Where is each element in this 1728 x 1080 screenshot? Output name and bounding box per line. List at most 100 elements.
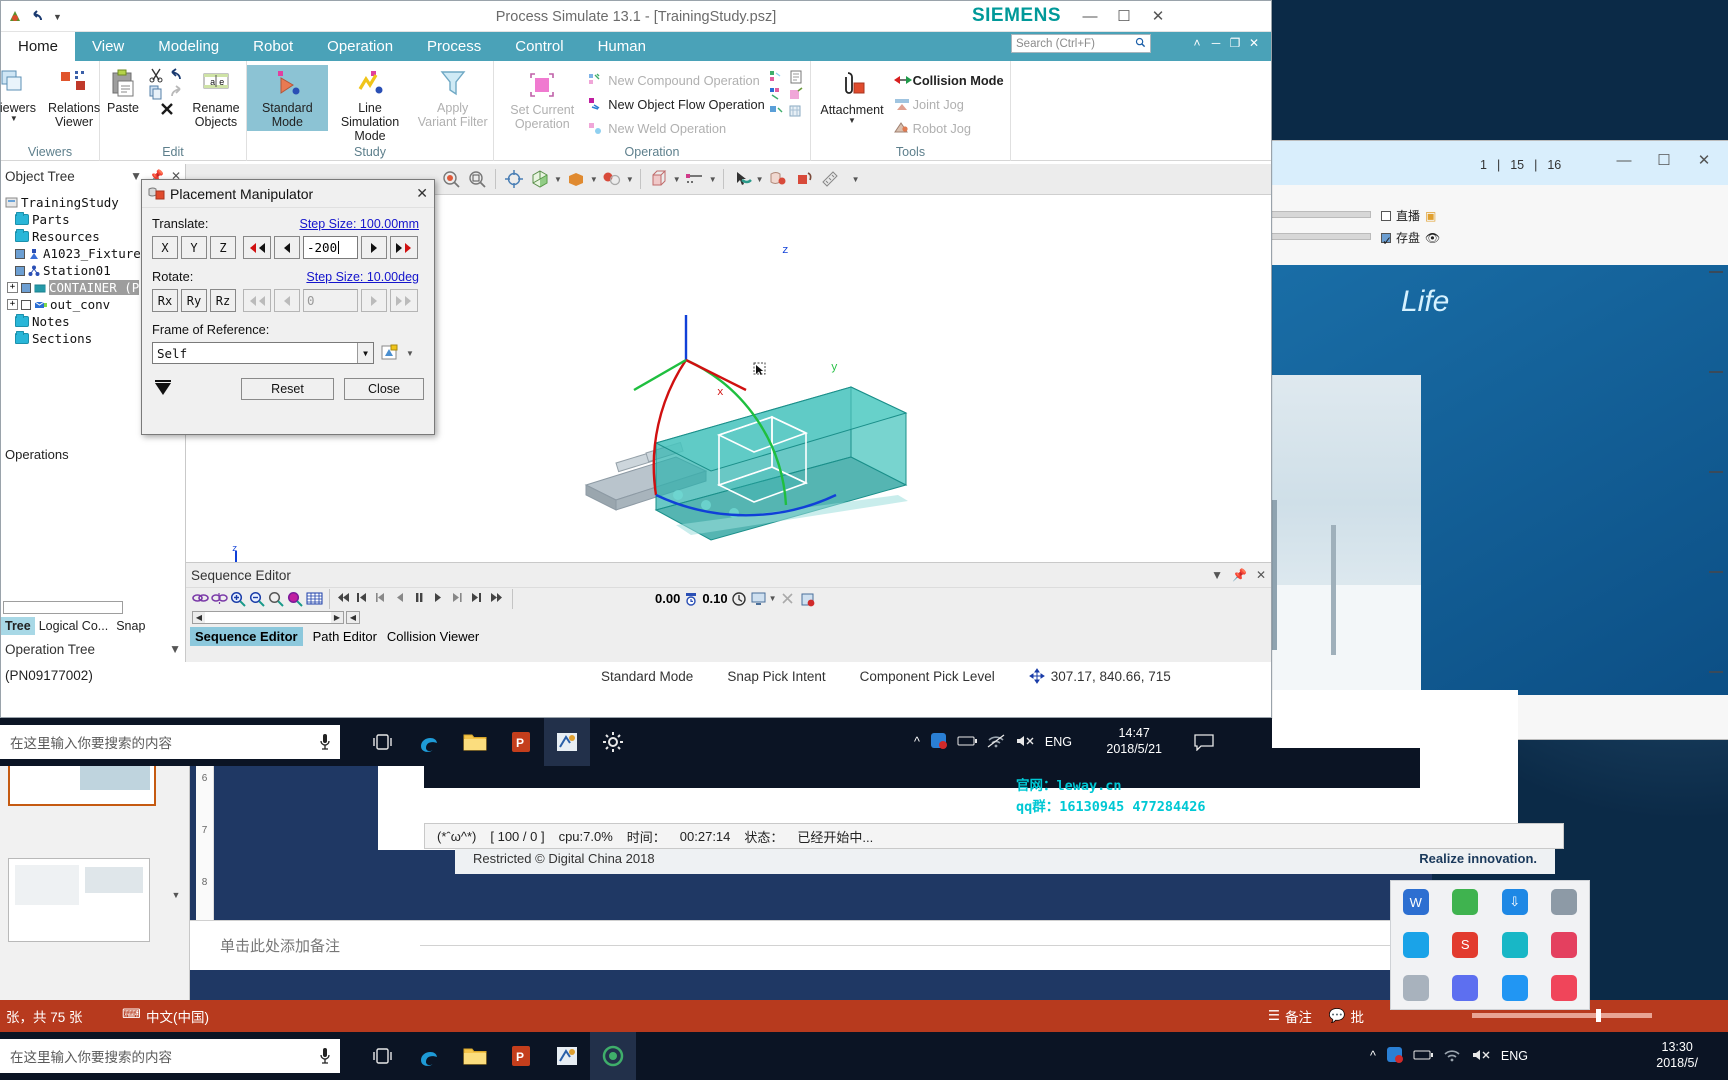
translate-jump-back-button[interactable] bbox=[243, 236, 271, 259]
taskbar2-app-area[interactable]: P bbox=[360, 1032, 636, 1080]
dock-icon-red-app[interactable] bbox=[1551, 931, 1578, 958]
operation-tree-header[interactable]: Operation Tree ▼ bbox=[1, 636, 185, 662]
zoom-in-icon[interactable] bbox=[230, 591, 246, 607]
ribbon-minimize-button[interactable]: ─ bbox=[1207, 34, 1225, 52]
app-tray-icon[interactable] bbox=[1386, 1046, 1403, 1066]
battery-icon[interactable] bbox=[957, 735, 977, 750]
expander-icon[interactable]: + bbox=[7, 282, 18, 293]
zoom-to-fit-icon[interactable] bbox=[439, 167, 463, 191]
next-icon[interactable] bbox=[470, 591, 486, 607]
simulation-monitor-icon[interactable] bbox=[750, 591, 766, 607]
step-back-icon[interactable] bbox=[375, 591, 391, 607]
reset-icon[interactable] bbox=[780, 591, 796, 607]
taskbar2-tray[interactable]: ^ ENG bbox=[1370, 1046, 1528, 1066]
language-indicator[interactable]: ENG bbox=[1045, 735, 1072, 749]
pause-icon[interactable] bbox=[413, 591, 429, 607]
tab-logical-collections[interactable]: Logical Co... bbox=[35, 617, 112, 635]
rotate-rz-button[interactable]: Rz bbox=[210, 289, 236, 312]
chevron-down-icon[interactable]: ▼ bbox=[10, 114, 18, 124]
app-tray-icon[interactable] bbox=[930, 732, 947, 752]
chevron-down-icon[interactable]: ▼ bbox=[169, 642, 181, 656]
ribbon-tab-home[interactable]: Home bbox=[1, 32, 76, 61]
scroll-left-icon-2[interactable]: ◀ bbox=[347, 612, 359, 623]
operation-tool-clipboard-icon[interactable] bbox=[788, 69, 804, 85]
rotate-step-forward-button[interactable] bbox=[361, 289, 387, 312]
ribbon-collapse-button[interactable]: ˄ bbox=[1188, 34, 1206, 52]
powerpoint-icon[interactable]: P bbox=[498, 718, 544, 766]
sequence-editor-scroll-row[interactable]: ◀ ▶ ◀ bbox=[186, 609, 1271, 626]
measure-icon[interactable] bbox=[818, 167, 842, 191]
bg-close-button[interactable]: ✕ bbox=[1687, 147, 1721, 173]
scroll-left-icon[interactable]: ◀ bbox=[193, 612, 205, 623]
ribbon-close-button[interactable]: ✕ bbox=[1245, 34, 1263, 52]
chrome-icon[interactable] bbox=[590, 1032, 636, 1080]
battery-icon[interactable] bbox=[1413, 1049, 1433, 1064]
ribbon-tab-view[interactable]: View bbox=[75, 32, 141, 61]
show-hidden-icons-icon[interactable]: ^ bbox=[1370, 1049, 1376, 1063]
rotate-rx-button[interactable]: Rx bbox=[152, 289, 178, 312]
dock-icon-target[interactable] bbox=[1551, 974, 1578, 1001]
bg-minimize-button[interactable]: — bbox=[1607, 147, 1641, 173]
chevron-down-icon[interactable]: ▼ bbox=[756, 175, 764, 184]
task-view-icon[interactable] bbox=[360, 718, 406, 766]
expand-more-icon[interactable] bbox=[152, 380, 174, 398]
microphone-icon[interactable] bbox=[318, 1046, 332, 1071]
ppt-notes-button[interactable]: ☰ 备注 bbox=[1268, 1006, 1312, 1026]
play-back-icon[interactable] bbox=[394, 591, 410, 607]
sequence-editor-panel[interactable]: Sequence Editor ▼ 📌 ✕ 0.00 0.10 ▼ ◀ ▶ ◀ … bbox=[186, 562, 1271, 662]
close-button[interactable]: Close bbox=[344, 378, 424, 400]
background-app-window[interactable]: — ☐ ✕ 直播 ▣ ✓ 存盘 👁 Life bbox=[1210, 140, 1728, 740]
unlink-icon[interactable] bbox=[211, 591, 228, 607]
zoom-fit-icon[interactable] bbox=[268, 591, 284, 607]
chevron-down-icon[interactable]: ▼ bbox=[1211, 568, 1223, 582]
pick-frame-icon[interactable] bbox=[380, 343, 400, 363]
translate-jump-forward-button[interactable] bbox=[390, 236, 418, 259]
rename-objects-button[interactable]: a e Rename Objects bbox=[186, 65, 246, 131]
bg-app-titlebar[interactable]: — ☐ ✕ bbox=[1211, 141, 1728, 185]
sequence-editor-tabs[interactable]: Sequence Editor Path Editor Collision Vi… bbox=[186, 626, 1271, 647]
ribbon-tab-operation[interactable]: Operation bbox=[310, 32, 410, 61]
joint-jog-button[interactable]: Joint Jog bbox=[891, 92, 1006, 116]
pick-level-icon[interactable] bbox=[730, 167, 754, 191]
dock-icon-print2[interactable] bbox=[1402, 974, 1429, 1001]
viewers-button[interactable]: Viewers ▼ bbox=[0, 65, 37, 126]
close-button[interactable]: ✕ bbox=[1141, 3, 1175, 29]
ribbon-tab-modeling[interactable]: Modeling bbox=[141, 32, 236, 61]
dock-icon-wechat[interactable]: W bbox=[1402, 889, 1429, 916]
step-forward-icon[interactable] bbox=[451, 591, 467, 607]
operation-tool-1-icon[interactable] bbox=[769, 69, 785, 85]
grid-icon[interactable] bbox=[306, 591, 323, 607]
dock-icon-monitor[interactable] bbox=[1501, 974, 1528, 1001]
cut-icon[interactable] bbox=[148, 67, 164, 83]
rotate-jump-forward-button[interactable] bbox=[390, 289, 418, 312]
minimize-button[interactable]: — bbox=[1073, 3, 1107, 29]
tab-snaps[interactable]: Snap bbox=[112, 617, 149, 635]
previous-icon[interactable] bbox=[356, 591, 372, 607]
ribbon-tab-control[interactable]: Control bbox=[498, 32, 580, 61]
section-icon[interactable] bbox=[766, 167, 790, 191]
ppt-slide-thumb[interactable] bbox=[8, 858, 150, 942]
visibility-checkbox[interactable] bbox=[15, 248, 25, 259]
robot-jog-button[interactable]: Robot Jog bbox=[891, 116, 1006, 140]
chevron-down-icon[interactable]: ▼ bbox=[554, 175, 562, 184]
relations-viewer-button[interactable]: Relations Viewer bbox=[39, 65, 109, 131]
bg-maximize-button[interactable]: ☐ bbox=[1647, 147, 1681, 173]
ribbon-tab-process[interactable]: Process bbox=[410, 32, 498, 61]
ribbon-window-controls[interactable]: ˄ ─ ❐ ✕ bbox=[1188, 34, 1263, 52]
volume-muted-icon[interactable] bbox=[1471, 1048, 1491, 1065]
rotate-value-input[interactable]: 0 bbox=[303, 289, 358, 312]
close-icon[interactable]: ✕ bbox=[1256, 568, 1266, 582]
save-checkbox[interactable]: ✓ bbox=[1381, 232, 1392, 248]
bg-live-row[interactable]: 直播 ▣ bbox=[1381, 207, 1436, 224]
placement-manipulator-titlebar[interactable]: Placement Manipulator ✕ bbox=[142, 180, 434, 208]
options-icon[interactable] bbox=[799, 591, 815, 607]
task-view-icon[interactable] bbox=[360, 1032, 406, 1080]
floating-app-dock[interactable]: W ⇩ S bbox=[1390, 880, 1590, 1010]
dock-icon-globe[interactable] bbox=[1501, 931, 1528, 958]
simulation-clock-icon[interactable] bbox=[731, 591, 747, 607]
collision-mode-button[interactable]: Collision Mode bbox=[891, 68, 1006, 92]
bg-save-row[interactable]: ✓ 存盘 👁 bbox=[1381, 229, 1440, 248]
paste-button[interactable]: Paste bbox=[100, 65, 146, 117]
volume-muted-icon[interactable] bbox=[1015, 734, 1035, 751]
translate-z-button[interactable]: Z bbox=[210, 236, 236, 259]
